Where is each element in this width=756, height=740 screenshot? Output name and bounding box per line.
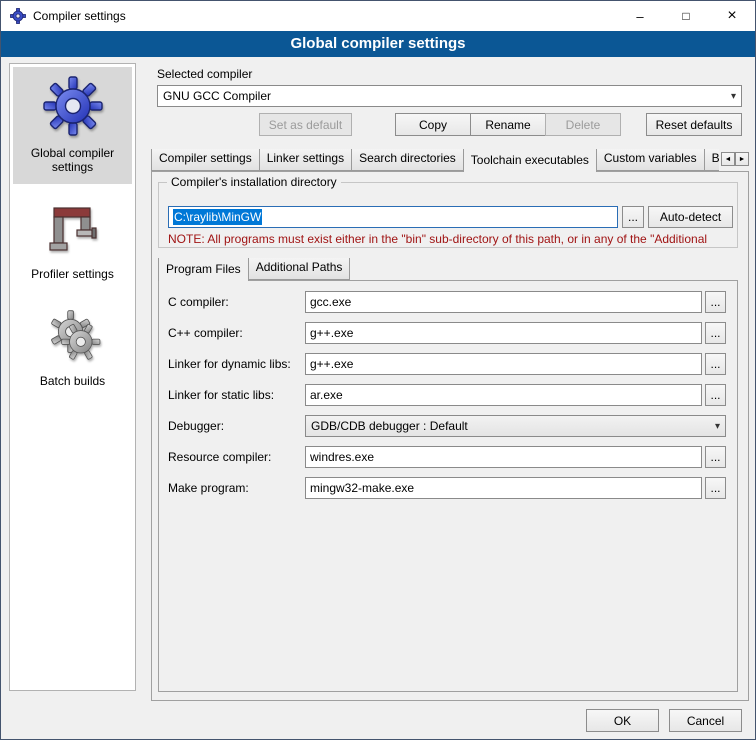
auto-detect-button[interactable]: Auto-detect (648, 206, 733, 228)
close-button[interactable]: × (709, 1, 755, 31)
set-as-default-button[interactable]: Set as default (259, 113, 352, 136)
cpp-compiler-browse-button[interactable]: ... (705, 322, 726, 344)
chevron-down-icon: ▾ (725, 91, 736, 102)
resource-compiler-label: Resource compiler: (168, 450, 271, 464)
sidebar-item-label: Batch builds (40, 374, 105, 388)
debugger-value: GDB/CDB debugger : Default (311, 419, 468, 433)
make-program-browse-button[interactable]: ... (705, 477, 726, 499)
compiler-settings-dialog: Compiler settings – □ × Global compiler … (0, 0, 756, 740)
linker-static-browse-button[interactable]: ... (705, 384, 726, 406)
maximize-button[interactable]: □ (663, 1, 709, 31)
selected-compiler-dropdown[interactable]: GNU GCC Compiler ▾ (157, 85, 742, 107)
reset-defaults-button[interactable]: Reset defaults (646, 113, 742, 136)
sidebar-item-label: Profiler settings (31, 267, 114, 281)
minimize-button[interactable]: – (617, 1, 663, 31)
cpp-compiler-label: C++ compiler: (168, 326, 243, 340)
blue-gear-icon (43, 76, 103, 139)
tab-scroll-left-icon[interactable]: ◄ (721, 152, 735, 166)
linker-dynamic-label: Linker for dynamic libs: (168, 357, 291, 371)
c-compiler-browse-button[interactable]: ... (705, 291, 726, 313)
tab-search-directories[interactable]: Search directories (351, 149, 464, 171)
make-program-input[interactable] (305, 477, 702, 499)
cancel-button[interactable]: Cancel (669, 709, 742, 732)
cpp-compiler-input[interactable] (305, 322, 702, 344)
chevron-down-icon: ▾ (709, 421, 720, 432)
sidebar-item-profiler-settings[interactable]: Profiler settings (13, 192, 132, 291)
gray-gears-icon (45, 308, 101, 367)
install-dir-input[interactable]: C:\raylib\MinGW (168, 206, 618, 228)
profiler-clamp-icon (45, 201, 101, 260)
tab-toolchain-executables[interactable]: Toolchain executables (463, 149, 597, 172)
install-dir-selected-text: C:\raylib\MinGW (173, 209, 262, 225)
selected-compiler-value: GNU GCC Compiler (163, 89, 271, 103)
linker-dynamic-input[interactable] (305, 353, 702, 375)
ok-button[interactable]: OK (586, 709, 659, 732)
tab-custom-variables[interactable]: Custom variables (596, 149, 705, 171)
linker-static-label: Linker for static libs: (168, 388, 274, 402)
settings-sidebar: Global compiler settings Profiler settin… (9, 63, 136, 691)
tab-additional-paths[interactable]: Additional Paths (248, 258, 351, 280)
debugger-label: Debugger: (168, 419, 224, 433)
installation-directory-legend: Compiler's installation directory (167, 175, 341, 189)
program-files-tabs: Program Files Additional Paths (158, 258, 458, 281)
sidebar-item-label: Global compiler settings (15, 146, 130, 174)
copy-button[interactable]: Copy (395, 113, 471, 136)
tab-build-options[interactable]: Buil (704, 149, 719, 171)
make-program-label: Make program: (168, 481, 249, 495)
tab-scroll-right-icon[interactable]: ► (735, 152, 749, 166)
debugger-dropdown[interactable]: GDB/CDB debugger : Default ▾ (305, 415, 726, 437)
program-files-panel: C compiler: ... C++ compiler: ... Linker… (158, 280, 738, 692)
sidebar-item-global-compiler-settings[interactable]: Global compiler settings (13, 67, 132, 184)
window-title: Compiler settings (33, 9, 126, 23)
selected-compiler-label: Selected compiler (157, 67, 252, 81)
tab-linker-settings[interactable]: Linker settings (259, 149, 352, 171)
delete-button[interactable]: Delete (545, 113, 621, 136)
linker-dynamic-browse-button[interactable]: ... (705, 353, 726, 375)
window-controls: – □ × (617, 1, 755, 31)
c-compiler-input[interactable] (305, 291, 702, 313)
dialog-header-title: Global compiler settings (1, 31, 755, 57)
tab-program-files[interactable]: Program Files (158, 258, 249, 281)
compiler-tabs: Compiler settings Linker settings Search… (151, 149, 719, 172)
resource-compiler-input[interactable] (305, 446, 702, 468)
resource-compiler-browse-button[interactable]: ... (705, 446, 726, 468)
install-dir-browse-button[interactable]: ... (622, 206, 644, 228)
rename-button[interactable]: Rename (470, 113, 546, 136)
installation-directory-groupbox: Compiler's installation directory C:\ray… (158, 182, 738, 248)
titlebar: Compiler settings – □ × (1, 1, 755, 31)
bin-subdirectory-note: NOTE: All programs must exist either in … (168, 232, 735, 246)
app-gear-icon (10, 8, 26, 24)
linker-static-input[interactable] (305, 384, 702, 406)
c-compiler-label: C compiler: (168, 295, 229, 309)
tab-compiler-settings[interactable]: Compiler settings (151, 149, 260, 171)
sidebar-item-batch-builds[interactable]: Batch builds (13, 299, 132, 398)
